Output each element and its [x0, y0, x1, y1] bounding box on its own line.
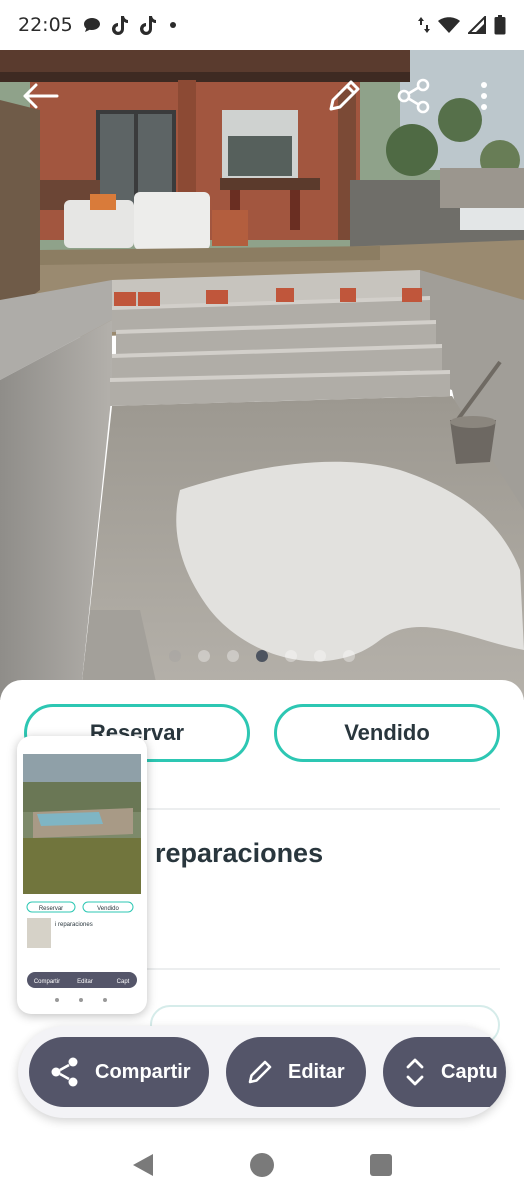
edit-button[interactable]: Editar — [226, 1037, 366, 1107]
app-screen: 22:05 Reservar Vendido i reparaciones Re… — [0, 0, 524, 1200]
data-arrows-icon — [418, 17, 430, 33]
pool-construction-photo — [0, 50, 524, 700]
thumbnail-capture-label: Capt — [117, 979, 130, 985]
sold-label: Vendido — [344, 720, 430, 745]
system-nav-bar — [0, 1130, 524, 1200]
share-photo-button[interactable] — [394, 76, 434, 116]
wifi-icon — [438, 17, 460, 33]
sold-button[interactable]: Vendido — [274, 704, 500, 762]
pager-dot[interactable] — [285, 650, 297, 662]
dot-icon — [169, 22, 176, 28]
status-time: 22:05 — [18, 14, 73, 36]
back-button[interactable] — [20, 76, 60, 116]
thumbnail-share-label: Compartir — [34, 979, 60, 985]
status-bar: 22:05 — [0, 0, 524, 50]
thumbnail-screen: Reservar Vendido i reparaciones Compartir Ed… — [23, 742, 141, 1008]
pager-dot[interactable] — [227, 650, 239, 662]
edit-label: Editar — [288, 1060, 345, 1083]
edit-photo-button[interactable] — [324, 76, 364, 116]
thumbnail-title: i reparaciones — [55, 922, 93, 928]
share-icon — [397, 78, 430, 114]
signal-icon — [468, 16, 486, 34]
back-arrow-icon — [23, 83, 59, 109]
share-icon — [51, 1057, 78, 1087]
thumbnail-edit-label: Editar — [77, 979, 93, 985]
expand-vertical-icon — [406, 1058, 424, 1086]
screenshot-toolbar: Compartir Editar Captu — [18, 1026, 506, 1118]
thumbnail-sold-label: Vendido — [97, 906, 119, 912]
system-icons — [418, 15, 506, 35]
thumbnail-preview: Reservar Vendido i reparaciones Compartir Ed… — [23, 742, 141, 1008]
pager-dot-active[interactable] — [256, 650, 268, 662]
pager-dot[interactable] — [314, 650, 326, 662]
notification-icons — [82, 14, 180, 36]
share-label: Compartir — [95, 1060, 191, 1083]
pager-dot[interactable] — [169, 650, 181, 662]
capture-label: Captu — [441, 1060, 498, 1083]
more-vert-icon — [481, 82, 487, 110]
screenshot-thumbnail[interactable]: Reservar Vendido i reparaciones Compartir Ed… — [17, 736, 147, 1014]
edit-pencil-icon — [329, 80, 360, 111]
listing-photo[interactable] — [0, 50, 524, 700]
back-icon[interactable] — [131, 1152, 155, 1178]
pager-dot[interactable] — [343, 650, 355, 662]
listing-title: i reparaciones — [140, 838, 324, 868]
edit-pencil-icon — [248, 1060, 272, 1084]
pager-dot[interactable] — [198, 650, 210, 662]
photo-pager — [0, 650, 524, 662]
home-icon[interactable] — [249, 1152, 275, 1178]
battery-icon — [494, 15, 506, 35]
chat-bubble-icon — [83, 18, 100, 32]
thumbnail-reserve-label: Reservar — [39, 906, 63, 912]
tiktok-icon — [111, 16, 128, 35]
tiktok-icon — [139, 16, 156, 35]
more-options-button[interactable] — [464, 76, 504, 116]
capture-more-button[interactable]: Captu — [383, 1037, 506, 1107]
recents-icon[interactable] — [369, 1153, 393, 1177]
share-button[interactable]: Compartir — [29, 1037, 209, 1107]
